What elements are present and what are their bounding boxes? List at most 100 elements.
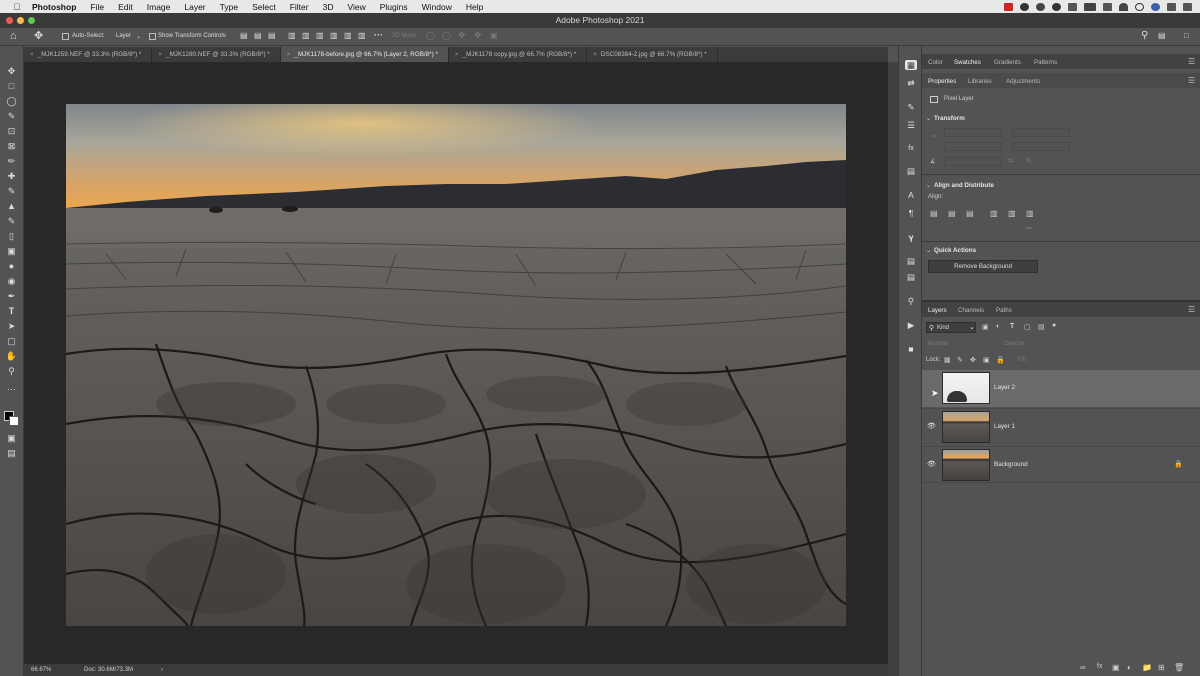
height-field[interactable] xyxy=(1012,128,1070,137)
align-horizontal-centers-icon[interactable]: ▤ xyxy=(254,31,262,40)
close-tab-icon[interactable]: × xyxy=(30,51,34,58)
properties-icon[interactable]: ▤ xyxy=(905,256,917,266)
filter-toggle-icon[interactable]: ● xyxy=(1052,322,1056,329)
control-center-icon[interactable] xyxy=(1167,2,1176,11)
align-top-icon[interactable]: ▥ xyxy=(990,209,998,218)
notification-icon[interactable] xyxy=(1183,2,1192,11)
layer-mask-icon[interactable]: ▣ xyxy=(1112,663,1120,672)
channels-icon[interactable]: ▤ xyxy=(905,166,917,176)
workspace-icon[interactable]: ▤ xyxy=(1158,31,1166,40)
layer-name[interactable]: Background xyxy=(994,461,1028,468)
align-middle-icon[interactable]: ▥ xyxy=(1008,209,1016,218)
align-right-edges-icon[interactable]: ▤ xyxy=(268,31,276,40)
share-icon[interactable]: □ xyxy=(1184,31,1189,40)
panel-menu-icon[interactable]: ☰ xyxy=(1188,76,1195,85)
lock-all-icon[interactable]: 🔒 xyxy=(996,356,1005,364)
filter-smart-object-icon[interactable]: ▤ xyxy=(1038,323,1045,331)
document-tab[interactable]: × _MJK1178 copy.jpg @ 66.7% (RGB/8*) * xyxy=(449,47,588,62)
new-layer-icon[interactable]: ⊞ xyxy=(1158,663,1165,672)
close-window-button[interactable] xyxy=(6,17,13,24)
visibility-eye-icon[interactable]: 👁 xyxy=(927,422,936,430)
layer-row-layer-1[interactable]: 👁 Layer 1 xyxy=(922,408,1200,445)
transform-controls-checkbox[interactable] xyxy=(149,33,156,40)
close-tab-icon[interactable]: × xyxy=(158,51,162,58)
tab-patterns[interactable]: Patterns xyxy=(1034,59,1057,66)
tab-adjustments[interactable]: Adjustments xyxy=(1006,78,1040,85)
menu-view[interactable]: View xyxy=(347,2,365,12)
apple-icon[interactable]:  xyxy=(10,2,24,12)
quick-actions-title[interactable]: Quick Actions xyxy=(934,247,976,254)
screen-mode-icon[interactable]: ▤ xyxy=(5,448,18,459)
align-section-title[interactable]: Align and Distribute xyxy=(934,182,994,189)
styles-icon[interactable]: fx xyxy=(905,144,917,154)
notes-icon[interactable]: ▤ xyxy=(905,272,917,282)
marquee-tool-icon[interactable]: □ xyxy=(5,81,18,92)
creative-cloud-icon[interactable] xyxy=(1052,2,1061,11)
x-field[interactable] xyxy=(944,142,1002,151)
menu-plugins[interactable]: Plugins xyxy=(380,2,408,12)
3d-roll-icon[interactable]: ◯ xyxy=(442,31,451,40)
home-icon[interactable]: ⌂ xyxy=(10,30,17,42)
menu-help[interactable]: Help xyxy=(466,2,483,12)
menu-edit[interactable]: Edit xyxy=(118,2,133,12)
learn-icon[interactable]: ▦ xyxy=(905,60,917,70)
distribute-bottom-icon[interactable]: ▥ xyxy=(358,31,366,40)
flip-horizontal-icon[interactable]: ⇆ xyxy=(1008,157,1013,164)
delete-layer-icon[interactable]: 🗑 xyxy=(1174,663,1184,672)
filter-pixel-icon[interactable]: ▣ xyxy=(982,323,989,331)
close-tab-icon[interactable]: × xyxy=(287,51,291,58)
chevron-right-icon[interactable]: › xyxy=(161,664,163,676)
document-tab[interactable]: × _MJK1259.NEF @ 33.3% (RGB/8*) * xyxy=(24,47,153,62)
3d-slide-icon[interactable]: ✥ xyxy=(474,30,482,41)
paragraph-icon[interactable]: ¶ xyxy=(905,208,917,218)
filter-adjustment-icon[interactable]: ◐ xyxy=(996,323,1000,330)
search-icon[interactable]: ⚲ xyxy=(1141,30,1148,41)
menu-3d[interactable]: 3D xyxy=(323,2,334,12)
lock-icon[interactable]: 🔒 xyxy=(1174,460,1183,468)
edit-toolbar-icon[interactable]: ··· xyxy=(5,384,18,395)
panel-menu-icon[interactable]: ☰ xyxy=(1188,57,1195,66)
menu-layer[interactable]: Layer xyxy=(184,2,205,12)
auto-select-dropdown[interactable]: Layer xyxy=(116,33,131,39)
close-tab-icon[interactable]: × xyxy=(455,51,459,58)
navigator-icon[interactable]: ⚲ xyxy=(905,296,917,306)
sync-icon[interactable] xyxy=(1036,2,1045,11)
lock-transparent-icon[interactable]: ▦ xyxy=(944,356,951,364)
background-color-swatch[interactable] xyxy=(9,416,19,426)
blur-tool-icon[interactable]: ● xyxy=(5,261,18,272)
canvas-area[interactable] xyxy=(24,62,888,664)
auto-select-checkbox[interactable] xyxy=(62,33,69,40)
distribute-top-icon[interactable]: ▥ xyxy=(330,31,338,40)
align-left-edges-icon[interactable]: ▤ xyxy=(240,31,248,40)
align-right-icon[interactable]: ▤ xyxy=(966,209,974,218)
3d-icon[interactable]: ■ xyxy=(905,344,917,354)
new-group-icon[interactable]: 📁 xyxy=(1142,663,1152,672)
lock-artboard-icon[interactable]: ▣ xyxy=(983,356,990,364)
flip-vertical-icon[interactable]: ⇅ xyxy=(1026,157,1031,164)
minimize-window-button[interactable] xyxy=(17,17,24,24)
dropbox-icon[interactable] xyxy=(1068,2,1077,11)
angle-field[interactable] xyxy=(944,157,1002,166)
document-tab[interactable]: × DSC08384-2.jpg @ 66.7% (RGB/8*) * xyxy=(587,47,718,62)
align-vertical-centers-icon[interactable]: ▥ xyxy=(302,31,310,40)
filter-type-icon[interactable]: T xyxy=(1010,323,1014,330)
3d-scale-icon[interactable]: ▣ xyxy=(490,31,498,40)
brush-settings-icon[interactable]: ✎ xyxy=(905,102,917,112)
layer-name[interactable]: Layer 1 xyxy=(994,423,1015,430)
settings-icon[interactable] xyxy=(1020,2,1029,11)
document-tab[interactable]: × _MJK1280.NEF @ 33.3% (RGB/8*) * xyxy=(152,47,281,62)
lasso-tool-icon[interactable]: ◯ xyxy=(5,96,18,107)
tab-color[interactable]: Color xyxy=(928,59,943,66)
lock-image-icon[interactable]: ✎ xyxy=(957,356,963,364)
tab-swatches[interactable]: Swatches xyxy=(954,59,981,66)
adjustments-icon[interactable]: ☰ xyxy=(905,120,917,130)
blend-mode-dropdown[interactable]: Normal xyxy=(928,341,947,347)
battery-icon[interactable] xyxy=(1084,2,1096,11)
document-image[interactable] xyxy=(66,104,846,626)
remove-background-button[interactable]: Remove Background xyxy=(928,260,1038,273)
menu-image[interactable]: Image xyxy=(147,2,171,12)
frame-tool-icon[interactable]: ⊠ xyxy=(5,141,18,152)
align-left-icon[interactable]: ▤ xyxy=(930,209,938,218)
gradient-tool-icon[interactable]: ▣ xyxy=(5,246,18,257)
layer-style-icon[interactable]: fx xyxy=(1097,663,1102,670)
